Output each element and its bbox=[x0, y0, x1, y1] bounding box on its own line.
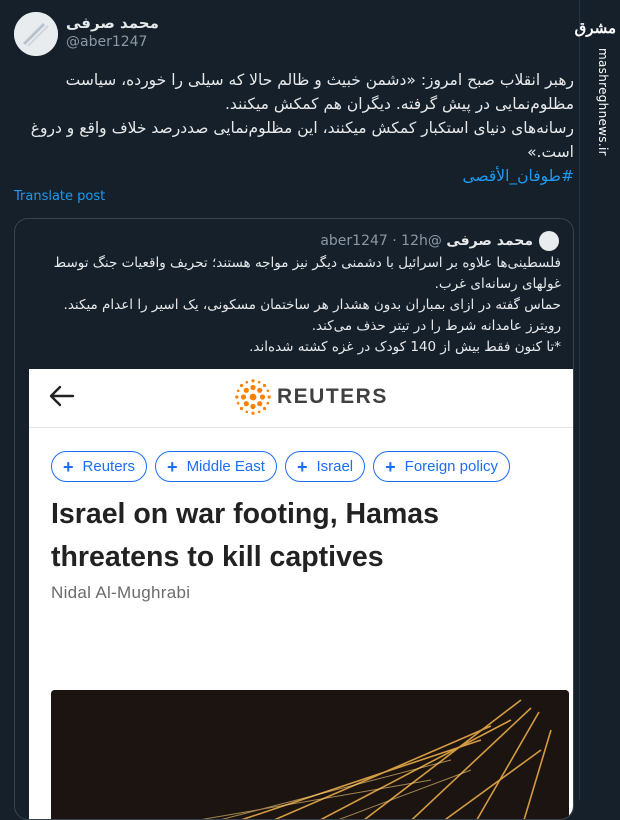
quoted-post[interactable]: محمد صرفی @aber1247 · 12h فلسطینی‌ها علا… bbox=[14, 218, 574, 820]
tag-label: Middle East bbox=[186, 458, 265, 475]
watermark-logo: مشرق bbox=[574, 19, 616, 37]
tag-israel[interactable]: + Israel bbox=[284, 451, 366, 482]
translate-post-link[interactable]: Translate post bbox=[14, 189, 105, 204]
watermark-bar: مشرق mashreghnews.ir bbox=[574, 0, 620, 800]
quoted-text-line: فلسطینی‌ها علاوه بر اسرائیل با دشمنی دیگ… bbox=[53, 255, 561, 292]
reuters-wordmark: REUTERS bbox=[277, 385, 388, 408]
plus-icon: + bbox=[296, 456, 308, 477]
reuters-dots-icon bbox=[235, 379, 271, 415]
plus-icon: + bbox=[63, 456, 74, 477]
watermark-url: mashreghnews.ir bbox=[596, 48, 610, 156]
tag-label: Foreign policy bbox=[404, 458, 499, 475]
quoted-avatar bbox=[539, 231, 559, 251]
plus-icon: + bbox=[385, 456, 396, 477]
post-text-line: رهبر انقلاب صبح امروز: «دشمن خبیث و ظالم… bbox=[65, 71, 574, 113]
tag-label: Israel bbox=[316, 458, 354, 475]
reuters-logo: REUTERS bbox=[235, 377, 388, 417]
quoted-text-line: حماس گفته در ازای بمباران بدون هشدار هر … bbox=[63, 297, 561, 313]
post-text: رهبر انقلاب صبح امروز: «دشمن خبیث و ظالم… bbox=[14, 68, 574, 188]
night-sky-rockets-image bbox=[51, 690, 569, 819]
avatar[interactable] bbox=[14, 12, 58, 56]
quoted-text-line: رویترز عامدانه شرط را در تیتر حذف می‌کند… bbox=[311, 318, 561, 334]
quoted-text-line: *تا کنون فقط بیش از 140 کودک در غزه کشته… bbox=[249, 339, 561, 355]
hashtag-link[interactable]: #طوفان_الأقصى bbox=[462, 167, 574, 185]
post-text-line: رسانه‌های دنیای استکبار کمکش میکنند، این… bbox=[30, 119, 574, 161]
quoted-time: 12h bbox=[401, 233, 428, 249]
quoted-post-text: فلسطینی‌ها علاوه بر اسرائیل با دشمنی دیگ… bbox=[27, 253, 561, 358]
article-photo bbox=[51, 690, 569, 819]
author-handle[interactable]: @aber1247 bbox=[66, 34, 147, 50]
tag-foreign-policy[interactable]: + Foreign policy bbox=[373, 451, 511, 482]
plus-icon: + bbox=[167, 456, 178, 477]
author-name[interactable]: محمد صرفی bbox=[66, 14, 159, 32]
avatar-image bbox=[14, 12, 58, 56]
back-arrow-icon[interactable] bbox=[49, 383, 75, 409]
quoted-post-header: محمد صرفی @aber1247 · 12h bbox=[320, 231, 559, 251]
tag-label: Reuters bbox=[82, 458, 136, 475]
tag-reuters[interactable]: + Reuters bbox=[51, 451, 148, 482]
article-screenshot: REUTERS + Reuters + Middle East + Israel + F… bbox=[29, 369, 573, 819]
article-headline: Israel on war footing, Hamas threatens t… bbox=[51, 498, 440, 573]
article-topbar: REUTERS bbox=[29, 369, 573, 428]
quoted-separator: · bbox=[392, 233, 397, 249]
article-byline: Nidal Al-Mughrabi bbox=[51, 583, 191, 602]
topic-tags: + Reuters + Middle East + Israel + Foreign p… bbox=[51, 451, 511, 482]
quoted-author-name: محمد صرفی bbox=[446, 233, 533, 249]
tag-middle-east[interactable]: + Middle East bbox=[155, 451, 277, 482]
